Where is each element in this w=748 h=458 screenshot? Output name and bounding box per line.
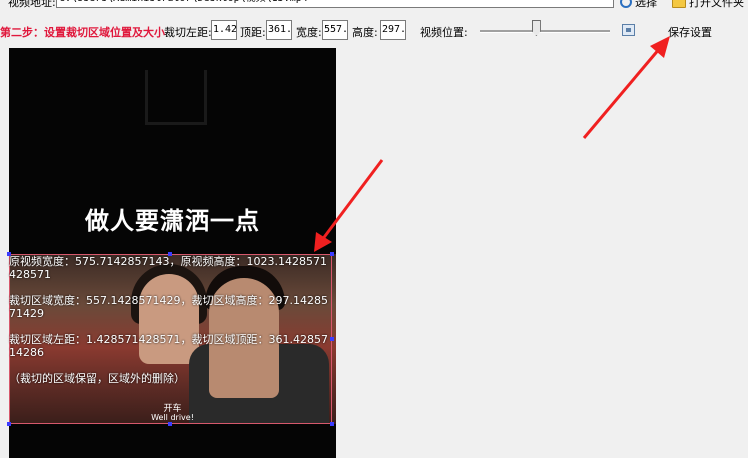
crop-height-label: 高度: xyxy=(352,26,378,39)
browse-label: 选择 xyxy=(635,0,657,9)
save-settings-button[interactable]: 保存设置 xyxy=(668,24,712,40)
snapshot-icon[interactable] xyxy=(622,24,635,36)
video-position-slider[interactable] xyxy=(480,30,610,33)
resize-handle[interactable] xyxy=(330,337,334,341)
info-line-crop-size: 裁切区域宽度：557.1428571429，裁切区域高度：297.1428571… xyxy=(9,294,328,320)
info-line-original-size: 原视频宽度：575.7142857143，原视频高度：1023.14285714… xyxy=(9,255,327,281)
video-position-slider-thumb[interactable] xyxy=(531,20,541,36)
crop-left-input[interactable]: 1.428 xyxy=(211,20,237,40)
video-position-label: 视频位置: xyxy=(420,26,468,39)
crop-left-label: 裁切左距: xyxy=(164,26,212,39)
crop-width-label: 宽度: xyxy=(296,26,322,39)
resize-handle[interactable] xyxy=(7,422,11,426)
open-folder-button[interactable]: 打开文件夹 xyxy=(672,0,744,10)
arrow-to-save-button xyxy=(582,47,662,139)
video-path-input[interactable]: C:\Users\Administrator\Desktop\视频\15.mp4 xyxy=(56,0,614,8)
arrow-head xyxy=(650,36,670,58)
resize-handle[interactable] xyxy=(168,422,172,426)
crop-height-input[interactable]: 297.1 xyxy=(380,20,406,40)
video-path-label: 视频地址: xyxy=(8,0,56,9)
browse-icon xyxy=(620,0,632,8)
video-caption: 做人要潇洒一点 xyxy=(85,207,260,235)
resize-handle[interactable] xyxy=(330,422,334,426)
crop-width-input[interactable]: 557.1 xyxy=(322,20,348,40)
crop-info-overlay: 原视频宽度：575.7142857143，原视频高度：1023.14285714… xyxy=(9,255,329,398)
open-folder-label: 打开文件夹 xyxy=(689,0,744,9)
step-label: 第二步：设置裁切区域位置及大小 xyxy=(0,26,165,39)
crop-top-input[interactable]: 361.4 xyxy=(266,20,292,40)
info-line-note: （裁切的区域保留，区域外的删除） xyxy=(9,372,185,385)
folder-icon xyxy=(672,0,686,8)
info-line-crop-offset: 裁切区域左距：1.428571428571，裁切区域顶距：361.4285714… xyxy=(9,333,328,359)
resize-handle[interactable] xyxy=(330,252,334,256)
browse-button[interactable]: 选择 xyxy=(620,0,657,10)
crop-top-label: 顶距: xyxy=(240,26,266,39)
faded-watermark xyxy=(145,70,207,125)
